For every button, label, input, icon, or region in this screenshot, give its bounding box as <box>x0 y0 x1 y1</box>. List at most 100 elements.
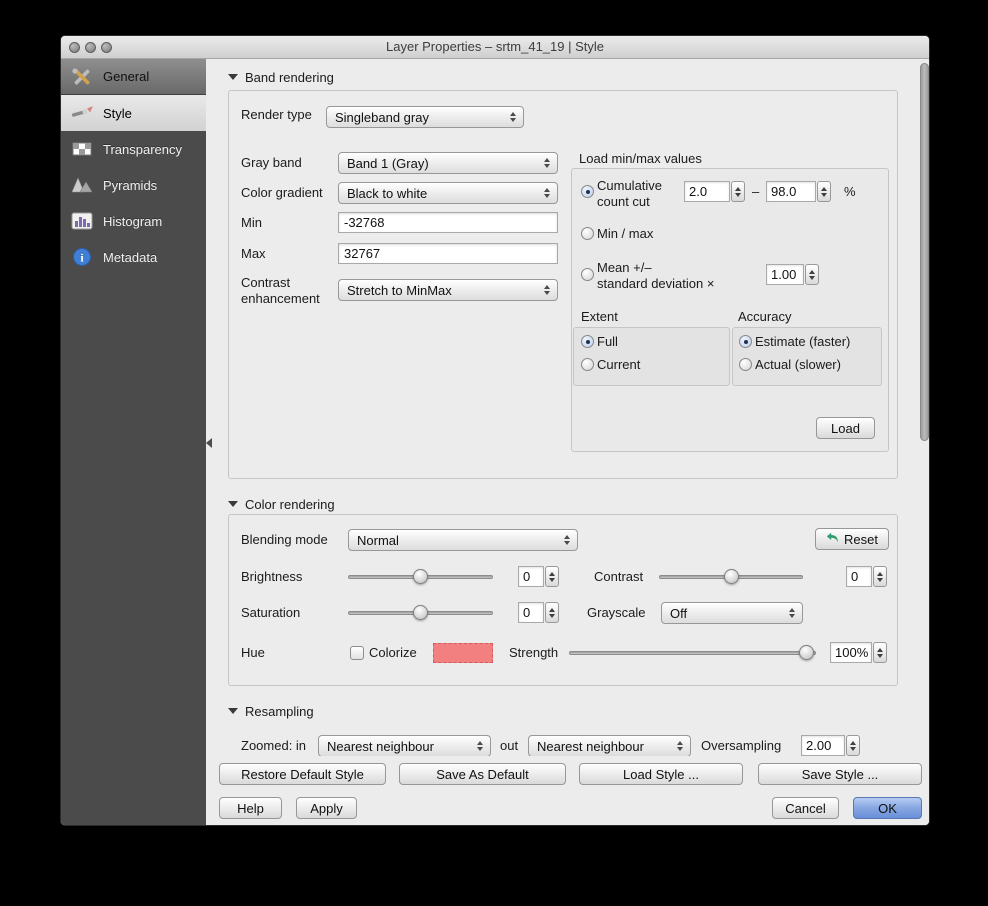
stepper-icon[interactable] <box>846 735 860 756</box>
save-as-default-button[interactable]: Save As Default <box>399 763 566 785</box>
color-rendering-header[interactable]: Color rendering <box>228 496 335 512</box>
reset-button[interactable]: Reset <box>815 528 889 550</box>
max-input[interactable]: 32767 <box>338 243 558 264</box>
ok-button[interactable]: OK <box>853 797 922 819</box>
popup-arrows-icon <box>474 741 486 751</box>
reset-button-label: Reset <box>844 532 878 547</box>
minimize-window-icon[interactable] <box>85 42 96 53</box>
contrast-enhancement-select[interactable]: Stretch to MinMax <box>338 279 558 301</box>
colorize-checkbox[interactable] <box>350 646 364 660</box>
restore-default-style-button[interactable]: Restore Default Style <box>219 763 386 785</box>
slider-thumb[interactable] <box>724 569 739 584</box>
stddev-spinner[interactable]: 1.00 <box>766 264 819 285</box>
saturation-slider[interactable] <box>348 605 493 620</box>
extent-current-radio[interactable] <box>581 358 594 371</box>
sidebar-item-pyramids[interactable]: Pyramids <box>61 167 206 203</box>
saturation-spinner[interactable]: 0 <box>518 602 559 623</box>
contrast-slider[interactable] <box>659 569 803 584</box>
cumulative-max-spinner[interactable]: 98.0 <box>766 181 831 202</box>
titlebar[interactable]: Layer Properties – srtm_41_19 | Style <box>61 36 929 59</box>
gray-band-select[interactable]: Band 1 (Gray) <box>338 152 558 174</box>
band-rendering-header[interactable]: Band rendering <box>228 69 334 85</box>
stepper-icon[interactable] <box>731 181 745 202</box>
stepper-icon[interactable] <box>817 181 831 202</box>
zoomed-out-select[interactable]: Nearest neighbour <box>528 735 691 756</box>
cumulative-min-spinner[interactable]: 2.0 <box>684 181 745 202</box>
slider-thumb[interactable] <box>799 645 814 660</box>
brightness-slider[interactable] <box>348 569 493 584</box>
accuracy-estimate-radio[interactable] <box>739 335 752 348</box>
strength-spinner[interactable]: 100% <box>830 642 887 663</box>
load-minmax-title: Load min/max values <box>579 151 702 167</box>
sidebar-item-histogram[interactable]: Histogram <box>61 203 206 239</box>
saturation-value[interactable]: 0 <box>518 602 544 623</box>
sidebar-item-label: Transparency <box>103 142 182 157</box>
save-style-button[interactable]: Save Style ... <box>758 763 922 785</box>
min-input[interactable]: -32768 <box>338 212 558 233</box>
close-window-icon[interactable] <box>69 42 80 53</box>
strength-value[interactable]: 100% <box>830 642 872 663</box>
contrast-value[interactable]: 0 <box>846 566 872 587</box>
sidebar-item-style[interactable]: Style <box>61 95 206 131</box>
sidebar-item-general[interactable]: General <box>61 59 206 95</box>
hue-label: Hue <box>241 645 265 661</box>
brightness-spinner[interactable]: 0 <box>518 566 559 587</box>
extent-full-radio[interactable] <box>581 335 594 348</box>
load-minmax-panel <box>571 168 889 452</box>
brightness-value[interactable]: 0 <box>518 566 544 587</box>
stepper-icon[interactable] <box>873 642 887 663</box>
window-title: Layer Properties – srtm_41_19 | Style <box>61 36 929 58</box>
max-label: Max <box>241 246 266 262</box>
cancel-button[interactable]: Cancel <box>772 797 839 819</box>
zoomed-in-select[interactable]: Nearest neighbour <box>318 735 491 756</box>
section-title: Resampling <box>245 704 314 719</box>
histogram-icon <box>69 212 95 230</box>
blending-mode-select[interactable]: Normal <box>348 529 578 551</box>
help-button[interactable]: Help <box>219 797 282 819</box>
strength-label: Strength <box>509 645 558 661</box>
resampling-header[interactable]: Resampling <box>228 703 314 719</box>
vertical-scrollbar[interactable] <box>920 63 929 441</box>
splitter-collapse-icon[interactable] <box>206 438 212 448</box>
section-title: Color rendering <box>245 497 335 512</box>
sidebar-item-label: General <box>103 69 149 84</box>
accuracy-actual-radio[interactable] <box>739 358 752 371</box>
color-gradient-label: Color gradient <box>241 185 323 201</box>
slider-thumb[interactable] <box>413 569 428 584</box>
render-type-select[interactable]: Singleband gray <box>326 106 524 128</box>
load-button[interactable]: Load <box>816 417 875 439</box>
stddev-value[interactable]: 1.00 <box>766 264 804 285</box>
stepper-icon[interactable] <box>805 264 819 285</box>
stepper-icon[interactable] <box>873 566 887 587</box>
oversampling-spinner[interactable]: 2.00 <box>801 735 860 756</box>
cumulative-count-cut-radio[interactable] <box>581 185 594 198</box>
load-button-label: Load <box>831 421 860 436</box>
colorize-label: Colorize <box>369 645 417 661</box>
popup-arrows-icon <box>674 741 686 751</box>
oversampling-value[interactable]: 2.00 <box>801 735 845 756</box>
button-label: Cancel <box>785 801 825 816</box>
button-label: OK <box>878 801 897 816</box>
slider-thumb[interactable] <box>413 605 428 620</box>
stepper-icon[interactable] <box>545 602 559 623</box>
min-max-radio[interactable] <box>581 227 594 240</box>
accuracy-estimate-label: Estimate (faster) <box>755 334 850 350</box>
zoomed-out-label: out <box>500 738 518 754</box>
gray-band-label: Gray band <box>241 155 302 171</box>
mean-stddev-radio[interactable] <box>581 268 594 281</box>
grayscale-select[interactable]: Off <box>661 602 803 624</box>
popup-arrows-icon <box>541 158 553 168</box>
apply-button[interactable]: Apply <box>296 797 357 819</box>
sidebar-item-transparency[interactable]: Transparency <box>61 131 206 167</box>
cumulative-min-value[interactable]: 2.0 <box>684 181 730 202</box>
colorize-color-swatch[interactable] <box>433 643 493 663</box>
stepper-icon[interactable] <box>545 566 559 587</box>
strength-slider[interactable] <box>569 645 816 660</box>
color-gradient-select[interactable]: Black to white <box>338 182 558 204</box>
load-style-button[interactable]: Load Style ... <box>579 763 743 785</box>
sidebar-item-metadata[interactable]: i Metadata <box>61 239 206 275</box>
popup-arrows-icon <box>541 285 553 295</box>
contrast-spinner[interactable]: 0 <box>846 566 887 587</box>
zoom-window-icon[interactable] <box>101 42 112 53</box>
cumulative-max-value[interactable]: 98.0 <box>766 181 816 202</box>
